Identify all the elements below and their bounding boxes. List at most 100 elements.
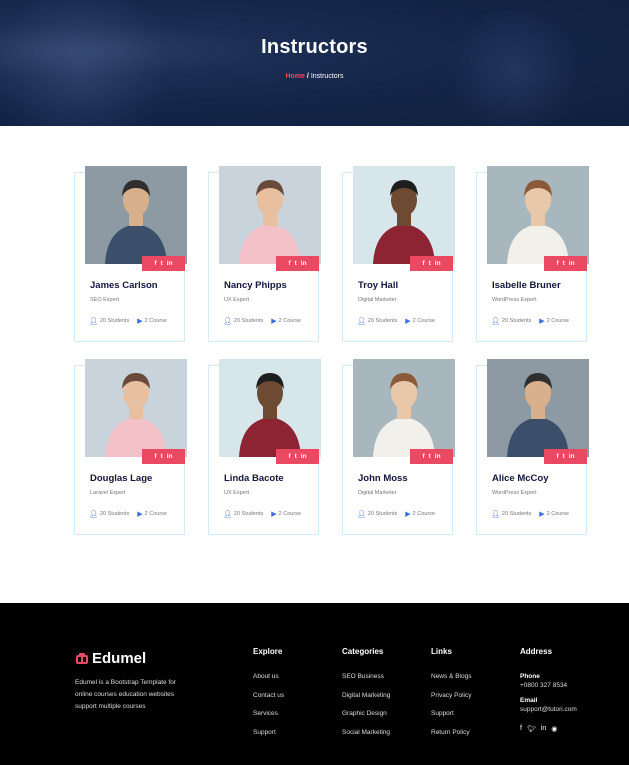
footer-link[interactable]: Digital Marketing: [342, 692, 390, 711]
breadcrumb-current: Instructors: [310, 73, 344, 80]
twitter-icon[interactable]: t: [295, 260, 297, 267]
instructor-photo[interactable]: [487, 166, 589, 264]
facebook-icon[interactable]: f: [288, 453, 290, 460]
facebook-icon[interactable]: f: [422, 260, 424, 267]
instructor-name[interactable]: Nancy Phipps: [224, 280, 287, 291]
student-count: 20 Students: [233, 511, 264, 517]
twitter-icon[interactable]: t: [295, 453, 297, 460]
instructor-stats: 👤︎ 20 Students ▶︎ 2 Course: [89, 510, 167, 518]
instructor-card[interactable]: f t in John Moss Digital Marketer 👤︎ 20 …: [342, 359, 455, 535]
play-circle-icon: ▶︎: [405, 511, 411, 518]
twitter-icon[interactable]: t: [429, 453, 431, 460]
footer-link[interactable]: News & Blogs: [431, 673, 471, 692]
footer-link[interactable]: Services: [253, 710, 284, 729]
footer-link[interactable]: Social Marketing: [342, 729, 390, 748]
linkedin-icon[interactable]: in: [167, 453, 173, 460]
instructor-photo[interactable]: [487, 359, 589, 457]
course-count: 2 Course: [144, 318, 167, 324]
phone-label: Phone: [520, 673, 540, 680]
linkedin-icon[interactable]: in: [569, 260, 575, 267]
footer-link[interactable]: Privacy Policy: [431, 692, 471, 711]
instructor-name[interactable]: Alice McCoy: [492, 473, 549, 484]
instructor-photo[interactable]: [219, 166, 321, 264]
instructor-name[interactable]: Linda Bacote: [224, 473, 284, 484]
twitter-icon[interactable]: t: [161, 260, 163, 267]
user-icon: 👤︎: [223, 318, 232, 325]
instructor-card[interactable]: f t in Nancy Phipps UX Expert 👤︎ 20 Stud…: [208, 166, 321, 342]
instructor-photo[interactable]: [219, 359, 321, 457]
twitter-icon[interactable]: t: [161, 453, 163, 460]
social-links-badge: f t in: [276, 256, 319, 271]
facebook-icon[interactable]: f: [520, 725, 522, 733]
site-footer: Edumel Edumel is a Bootstrap Template fo…: [0, 603, 629, 765]
instructor-photo[interactable]: [85, 166, 187, 264]
course-count: 2 Course: [144, 511, 167, 517]
instructor-role: UX Expert: [224, 490, 250, 496]
instructor-stats: 👤︎ 20 Students ▶︎ 2 Course: [357, 317, 435, 325]
linkedin-icon[interactable]: in: [569, 453, 575, 460]
instructor-stats: 👤︎ 20 Students ▶︎ 2 Course: [491, 317, 569, 325]
instructor-name[interactable]: Douglas Lage: [90, 473, 152, 484]
phone-number[interactable]: +0800 327 8534: [520, 682, 577, 689]
user-icon: 👤︎: [223, 511, 232, 518]
twitter-icon[interactable]: t: [563, 260, 565, 267]
footer-link[interactable]: Contact us: [253, 692, 284, 711]
linkedin-icon[interactable]: in: [541, 725, 546, 733]
footer-link[interactable]: About us: [253, 673, 284, 692]
twitter-icon[interactable]: 🐦︎: [527, 725, 536, 733]
instructor-card[interactable]: f t in Douglas Lage Laravel Expert 👤︎ 20…: [74, 359, 187, 535]
facebook-icon[interactable]: f: [556, 260, 558, 267]
instructor-name[interactable]: Troy Hall: [358, 280, 398, 291]
linkedin-icon[interactable]: in: [301, 453, 307, 460]
pinterest-icon[interactable]: ◉: [551, 725, 557, 733]
breadcrumb-home-link[interactable]: Home: [286, 73, 305, 80]
student-count: 20 Students: [233, 318, 264, 324]
course-count: 2 Course: [278, 318, 301, 324]
instructor-card[interactable]: f t in Troy Hall Digital Marketer 👤︎ 20 …: [342, 166, 455, 342]
instructor-name[interactable]: John Moss: [358, 473, 408, 484]
linkedin-icon[interactable]: in: [167, 260, 173, 267]
footer-social-links: f 🐦︎ in ◉: [520, 725, 577, 733]
twitter-icon[interactable]: t: [429, 260, 431, 267]
email-label: Email: [520, 697, 538, 704]
linkedin-icon[interactable]: in: [301, 260, 307, 267]
page-hero: Instructors Home / Instructors: [0, 0, 629, 126]
instructor-card[interactable]: f t in Linda Bacote UX Expert 👤︎ 20 Stud…: [208, 359, 321, 535]
instructor-photo[interactable]: [353, 359, 455, 457]
footer-links-column: Links News & Blogs Privacy Policy Suppor…: [431, 647, 471, 747]
instructor-role: WordPress Expert: [492, 297, 537, 303]
instructor-photo-image: [85, 166, 187, 264]
footer-link[interactable]: Return Policy: [431, 729, 471, 748]
page-title: Instructors: [261, 36, 368, 58]
instructor-name[interactable]: Isabelle Bruner: [492, 280, 561, 291]
twitter-icon[interactable]: t: [563, 453, 565, 460]
footer-column-title: Address: [520, 647, 553, 656]
footer-logo[interactable]: Edumel: [75, 650, 146, 667]
footer-link[interactable]: Graphic Design: [342, 710, 390, 729]
email-address[interactable]: support@tutori.com: [520, 706, 577, 713]
footer-link[interactable]: Support: [253, 729, 284, 748]
linkedin-icon[interactable]: in: [435, 453, 441, 460]
course-count: 2 Course: [546, 511, 569, 517]
instructor-photo-image: [353, 359, 455, 457]
facebook-icon[interactable]: f: [422, 453, 424, 460]
social-links-badge: f t in: [410, 256, 453, 271]
instructor-card[interactable]: f t in James Carlson SEO Expert 👤︎ 20 St…: [74, 166, 187, 342]
linkedin-icon[interactable]: in: [435, 260, 441, 267]
instructor-role: Laravel Expert: [90, 490, 126, 496]
instructor-photo[interactable]: [85, 359, 187, 457]
facebook-icon[interactable]: f: [154, 453, 156, 460]
facebook-icon[interactable]: f: [288, 260, 290, 267]
footer-link[interactable]: SEO Business: [342, 673, 390, 692]
instructor-role: Digital Marketer: [358, 490, 397, 496]
instructor-photo-image: [487, 359, 589, 457]
instructor-name[interactable]: James Carlson: [90, 280, 158, 291]
play-circle-icon: ▶︎: [539, 511, 545, 518]
instructor-photo[interactable]: [353, 166, 455, 264]
instructor-card[interactable]: f t in Isabelle Bruner WordPress Expert …: [476, 166, 589, 342]
footer-address-column: Address Phone +0800 327 8534 Email suppo…: [520, 647, 577, 733]
facebook-icon[interactable]: f: [556, 453, 558, 460]
facebook-icon[interactable]: f: [154, 260, 156, 267]
footer-link[interactable]: Support: [431, 710, 471, 729]
instructor-card[interactable]: f t in Alice McCoy WordPress Expert 👤︎ 2…: [476, 359, 589, 535]
